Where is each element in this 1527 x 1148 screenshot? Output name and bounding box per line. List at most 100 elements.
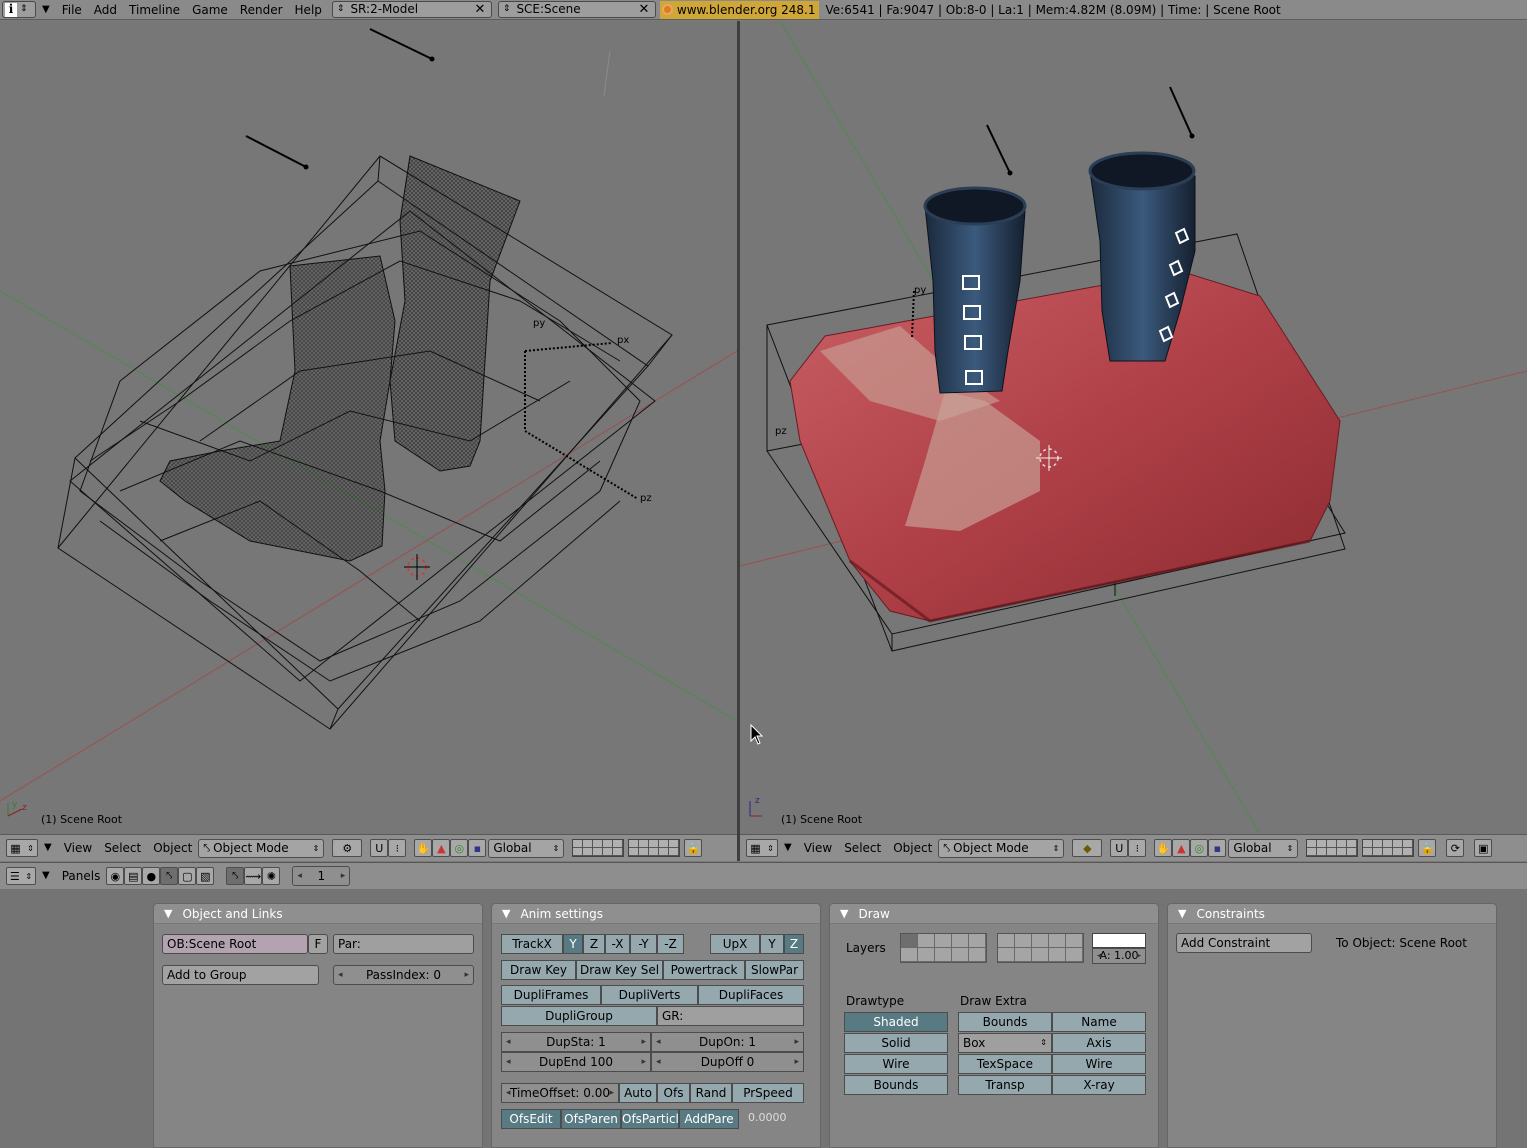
scene-name[interactable]: SCE:Scene [516,1,636,18]
menu-file[interactable]: File [56,1,88,19]
object-layers-2[interactable] [997,933,1084,963]
draw-bounds-button[interactable]: Bounds [958,1012,1052,1032]
menu-render[interactable]: Render [234,1,289,19]
slowpar-button[interactable]: SlowPar [745,960,804,980]
dupliverts-button[interactable]: DupliVerts [601,985,698,1005]
draw-transp-button[interactable]: Transp [958,1075,1052,1095]
scene-selector[interactable]: ⇕ SCE:Scene ✕ [497,1,656,18]
draw-key-button[interactable]: Draw Key [501,960,576,980]
collapse-menu-arrow-icon[interactable]: ▼ [36,1,56,19]
dupliframes-button[interactable]: DupliFrames [501,985,601,1005]
blender-url-badge[interactable]: www.blender.org 248.1 [659,0,820,19]
up-x-button[interactable]: UpX [710,934,760,954]
alpha-field[interactable]: A: 1.00 [1092,948,1146,964]
drawtype-wire[interactable]: Wire [844,1054,948,1074]
3d-viewport-right[interactable]: py pz z (1) Scene Root [740,21,1527,834]
rotate-icon[interactable]: ◎ [450,839,469,857]
dupend-field[interactable]: DupEnd 100 [501,1052,651,1072]
collapse-arrow-icon[interactable]: ▼ [778,838,798,858]
layer-buttons-1[interactable] [572,839,625,857]
menu-view[interactable]: View [798,838,838,858]
pivot-icon[interactable]: ᑌ [1110,839,1129,857]
screen-selector[interactable]: ⇕ SR:2-Model ✕ [331,1,492,18]
opengl-render-icon[interactable]: ⟳ [1446,839,1465,857]
menu-help[interactable]: Help [289,1,328,19]
editor-type-buttons-icon[interactable]: ☰ ⇕ [6,867,36,885]
collapse-triangle-icon[interactable]: ▼ [840,907,848,920]
lock-icon[interactable]: 🔒 [684,839,703,857]
auto-button[interactable]: Auto [619,1083,657,1103]
translate-icon[interactable]: ▲ [1172,839,1191,857]
dupligroup-button[interactable]: DupliGroup [501,1006,657,1026]
ofsparen-button[interactable]: OfsParen [561,1109,621,1129]
up-y-button[interactable]: Y [760,934,784,954]
addpare-button[interactable]: AddPare [679,1109,739,1129]
editor-type-grid-icon[interactable]: ▦ ⇕ [746,839,778,857]
panel-header[interactable]: ▼ Draw [830,904,1158,924]
menu-game[interactable]: Game [186,1,234,19]
menu-object[interactable]: Object [887,838,938,858]
rand-button[interactable]: Rand [690,1083,732,1103]
pivot-icon[interactable]: ᑌ [370,839,389,857]
screen-name[interactable]: SR:2-Model [350,1,472,18]
textured-draw-type-icon[interactable]: ◆ [1072,839,1103,857]
render-preview-icon[interactable]: ▣ [1474,839,1493,857]
editor-type-grid-icon[interactable]: ▦ ⇕ [6,839,38,857]
translate-icon[interactable]: ▲ [432,839,451,857]
drawtype-shaded[interactable]: Shaded [844,1012,948,1032]
object-layers-1[interactable] [900,933,987,963]
time-offset-field[interactable]: TimeOffset: 0.00 [501,1083,619,1103]
pass-index-field[interactable]: PassIndex: 0 [333,965,474,985]
mode-selector[interactable]: ⤣ Object Mode ⇕ [938,838,1065,858]
dupon-field[interactable]: DupOn: 1 [651,1032,804,1052]
collapse-triangle-icon[interactable]: ▼ [1178,907,1186,920]
draw-type-icon[interactable]: ⚙ [332,839,363,857]
snap-icon[interactable]: ⁝ [1128,839,1147,857]
draw-key-sel-button[interactable]: Draw Key Sel [576,960,663,980]
track-negx-button[interactable]: -X [605,934,630,954]
scene-context-icon[interactable]: ▧ [196,867,215,885]
track-negz-button[interactable]: -Z [657,934,684,954]
ofsedit-button[interactable]: OfsEdit [501,1109,561,1129]
up-z-button[interactable]: Z [784,934,804,954]
close-screen-icon[interactable]: ✕ [473,1,487,18]
object-subcontext-icon[interactable]: ⤣ [226,867,245,885]
particles-subcontext-icon[interactable]: ✺ [262,867,281,885]
object-color-swatch[interactable] [1092,933,1146,948]
window-type-selector[interactable]: i ⇕ [2,1,36,18]
shading-context-icon[interactable]: ● [142,867,161,885]
ofs-button[interactable]: Ofs [657,1083,690,1103]
transform-hand-icon[interactable]: ✋ [1154,839,1173,857]
menu-add[interactable]: Add [88,1,123,19]
draw-texspace-button[interactable]: TexSpace [958,1054,1052,1074]
drawtype-bounds[interactable]: Bounds [844,1075,948,1095]
track-x-button[interactable]: TrackX [501,934,563,954]
dupoff-field[interactable]: DupOff 0 [651,1052,804,1072]
lock-icon[interactable]: 🔒 [1418,839,1437,857]
layer-buttons-2[interactable] [628,839,681,857]
panel-header[interactable]: ▼ Object and Links [154,904,482,924]
logic-context-icon[interactable]: ◉ [106,867,125,885]
drawtype-solid[interactable]: Solid [844,1033,948,1053]
collapse-triangle-icon[interactable]: ▼ [164,907,172,920]
frame-number-field[interactable]: 1 [292,866,351,886]
menu-select[interactable]: Select [838,838,887,858]
panels-menu[interactable]: Panels [56,866,107,886]
ofsparticl-button[interactable]: OfsParticl [621,1109,679,1129]
scale-icon[interactable]: ▪ [468,839,487,857]
layer-buttons-2[interactable] [1362,839,1415,857]
menu-timeline[interactable]: Timeline [123,1,186,19]
bounds-type-selector[interactable]: Box ⇕ [958,1033,1052,1053]
script-context-icon[interactable]: ▤ [124,867,143,885]
dupligroup-name-field[interactable]: GR: [657,1006,804,1026]
menu-object[interactable]: Object [147,838,198,858]
scale-icon[interactable]: ▪ [1208,839,1227,857]
fake-user-button[interactable]: F [308,934,328,954]
collapse-triangle-icon[interactable]: ▼ [502,907,510,920]
collapse-arrow-icon[interactable]: ▼ [38,838,58,858]
draw-xray-button[interactable]: X-ray [1052,1075,1146,1095]
draw-wire-button[interactable]: Wire [1052,1054,1146,1074]
menu-view[interactable]: View [58,838,98,858]
object-context-icon[interactable]: ⤣ [160,867,179,885]
track-y-button[interactable]: Y [563,934,583,954]
